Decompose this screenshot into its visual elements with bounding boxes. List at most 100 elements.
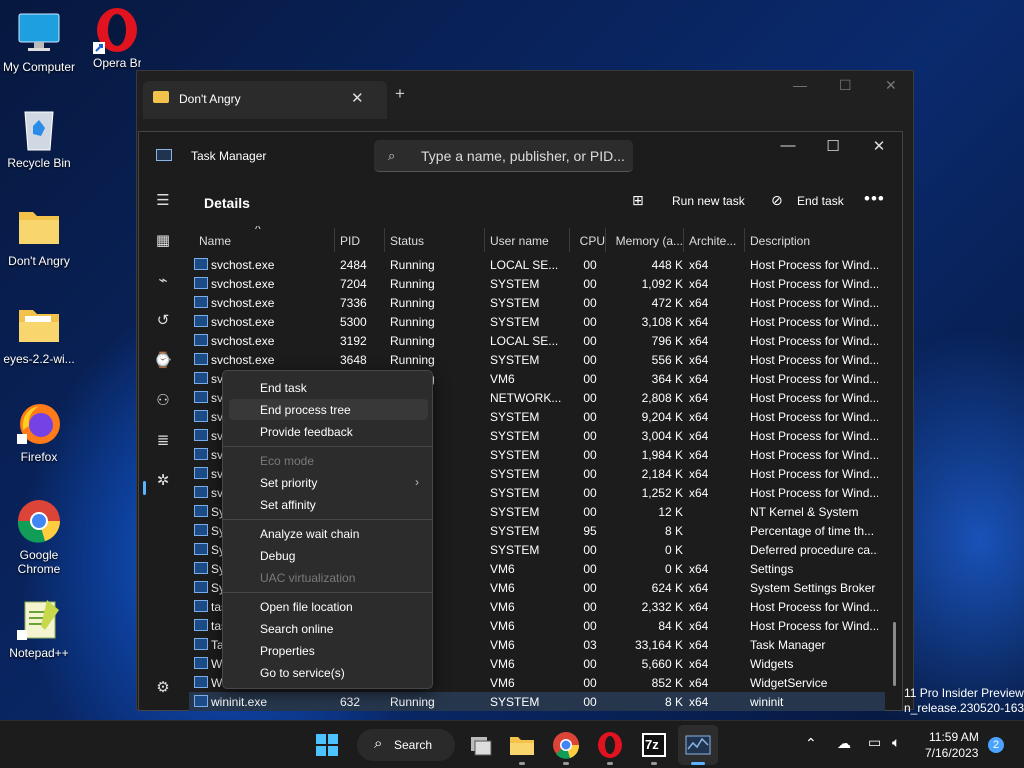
table-row[interactable]: svchost.exe 7336 Running SYSTEM 00 472 K x64 Ho… <box>189 293 885 312</box>
details-icon[interactable]: ≣ <box>152 431 174 451</box>
menu-item-properties[interactable]: Properties <box>229 640 428 661</box>
column-divider[interactable] <box>484 228 485 252</box>
column-header[interactable]: Name <box>199 234 329 248</box>
explorer-close-button[interactable]: ✕ <box>885 77 897 94</box>
menu-item-search-online[interactable]: Search online <box>229 618 428 639</box>
column-header[interactable]: Memory (a... <box>611 234 683 248</box>
desktop-icon-dont-angry[interactable]: Don't Angry <box>0 204 78 268</box>
cell-arch: x64 <box>689 600 709 614</box>
processes-icon[interactable]: ▦ <box>152 231 174 251</box>
desktop-icon-opera[interactable]: Opera Browser <box>78 6 156 70</box>
menu-item-label: Debug <box>260 549 296 563</box>
task-view-icon[interactable] <box>463 729 495 761</box>
desktop-icon-recycle-bin[interactable]: Recycle Bin <box>0 106 78 170</box>
column-divider[interactable] <box>334 228 335 252</box>
column-divider[interactable] <box>384 228 385 252</box>
cell-arch: x64 <box>689 695 709 709</box>
search-input[interactable]: Type a name, publisher, or PID... <box>421 148 625 164</box>
desktop-icon-firefox[interactable]: Firefox <box>0 400 78 464</box>
running-indicator <box>519 762 525 765</box>
cell-cpu: 03 <box>583 638 597 652</box>
table-row[interactable]: wininit.exe 632 Running SYSTEM 00 8 K x64 winin… <box>189 692 885 711</box>
column-header[interactable]: Status <box>390 234 480 248</box>
menu-item-end-task[interactable]: End task <box>229 377 428 398</box>
navigation-rail: ☰ ▦ ⌁ ↺ ⌚ ⚇ ≣ ✲ ⚙ <box>139 180 187 710</box>
7zip-icon[interactable]: 7z <box>638 729 670 761</box>
column-header[interactable]: Description <box>750 234 878 248</box>
monitor-tray-icon[interactable]: ▭ <box>868 734 881 751</box>
close-tab-icon[interactable]: ✕ <box>351 89 364 107</box>
cell-name: svchost.exe <box>211 334 275 348</box>
cell-cpu: 00 <box>583 467 597 481</box>
hamburger-menu-icon[interactable]: ☰ <box>152 191 174 211</box>
network-icon[interactable]: ☁ <box>837 735 851 752</box>
menu-item-analyze-wait-chain[interactable]: Analyze wait chain <box>229 523 428 544</box>
menu-item-open-file-location[interactable]: Open file location <box>229 596 428 617</box>
column-header[interactable]: Archite... <box>689 234 745 248</box>
search-box[interactable]: ⌕ Type a name, publisher, or PID... <box>374 140 633 172</box>
desktop-icon-chrome[interactable]: Google Chrome <box>0 498 78 576</box>
maximize-button[interactable]: ☐ <box>818 137 848 155</box>
menu-item-go-to-service-s[interactable]: Go to service(s) <box>229 662 428 683</box>
run-new-task-button[interactable]: Run new task <box>672 194 745 208</box>
show-hidden-icons-chevron-icon[interactable]: ⌃ <box>805 735 817 752</box>
settings-gear-icon[interactable]: ⚙ <box>152 678 174 698</box>
file-explorer-icon[interactable] <box>506 729 538 761</box>
menu-item-debug[interactable]: Debug <box>229 545 428 566</box>
folder-icon <box>15 204 63 250</box>
menu-item-provide-feedback[interactable]: Provide feedback <box>229 421 428 442</box>
menu-item-eco-mode: Eco mode <box>229 450 428 471</box>
opera-icon[interactable] <box>594 729 626 761</box>
menu-item-set-priority[interactable]: Set priority › <box>229 472 428 493</box>
desktop-icon-my-computer[interactable]: My Computer <box>0 10 78 74</box>
start-icon[interactable] <box>311 729 343 761</box>
users-icon[interactable]: ⚇ <box>152 391 174 411</box>
explorer-maximize-button[interactable]: ☐ <box>839 77 852 94</box>
app-history-icon[interactable]: ↺ <box>152 311 174 331</box>
column-divider[interactable] <box>683 228 684 252</box>
desktop-icon-eyes[interactable]: eyes-2.2-wi... <box>0 302 78 366</box>
explorer-tab[interactable]: Don't Angry ✕ <box>143 81 387 119</box>
close-button[interactable]: ✕ <box>864 137 894 155</box>
explorer-minimize-button[interactable]: — <box>793 77 807 93</box>
table-row[interactable]: svchost.exe 3192 Running LOCAL SE... 00 796 K… <box>189 331 885 350</box>
chrome-icon[interactable] <box>550 729 582 761</box>
cell-mem: 624 K <box>651 581 683 595</box>
table-row[interactable]: svchost.exe 7204 Running SYSTEM 00 1,092 K x64… <box>189 274 885 293</box>
services-icon[interactable]: ✲ <box>152 471 174 491</box>
minimize-button[interactable]: — <box>773 137 803 154</box>
volume-icon[interactable]: 🔈︎ <box>892 734 900 751</box>
vertical-scrollbar[interactable] <box>893 622 896 686</box>
cell-mem: 2,808 K <box>641 391 683 405</box>
column-divider[interactable] <box>605 228 606 252</box>
cell-mem: 5,660 K <box>641 657 683 671</box>
startup-apps-icon[interactable]: ⌚ <box>152 351 174 371</box>
table-row[interactable]: svchost.exe 5300 Running SYSTEM 00 3,108 K x64… <box>189 312 885 331</box>
column-header[interactable]: PID <box>340 234 380 248</box>
performance-icon[interactable]: ⌁ <box>152 271 174 291</box>
gear-icon <box>194 562 208 574</box>
desktop-icon-notepadpp[interactable]: Notepad++ <box>0 596 78 660</box>
new-tab-button[interactable]: + <box>395 84 405 104</box>
clock-date[interactable]: 7/16/2023 <box>925 746 978 760</box>
table-row[interactable]: svchost.exe 3648 Running SYSTEM 00 556 K x64 Ho… <box>189 350 885 369</box>
cell-name: svchost.exe <box>211 296 275 310</box>
sort-caret-icon: ^ <box>255 226 261 236</box>
cell-desc: Host Process for Wind... <box>750 619 878 633</box>
notification-badge[interactable]: 2 <box>988 737 1004 753</box>
end-task-icon: ⊘ <box>771 192 783 208</box>
cell-arch: x64 <box>689 676 709 690</box>
more-options-button[interactable]: ••• <box>864 189 885 209</box>
column-divider[interactable] <box>744 228 745 252</box>
column-header[interactable]: User name <box>490 234 570 248</box>
column-header[interactable]: CPU <box>575 234 605 248</box>
task-manager-icon[interactable] <box>682 729 714 761</box>
column-divider[interactable] <box>569 228 570 252</box>
menu-item-end-process-tree[interactable]: End process tree <box>229 399 428 420</box>
end-task-button[interactable]: End task <box>797 194 844 208</box>
clock-time[interactable]: 11:59 AM <box>929 730 979 744</box>
cell-cpu: 00 <box>583 391 597 405</box>
menu-item-set-affinity[interactable]: Set affinity <box>229 494 428 515</box>
table-row[interactable]: svchost.exe 2484 Running LOCAL SE... 00 448 K… <box>189 255 885 274</box>
search-button[interactable]: ⌕ Search <box>357 729 455 761</box>
